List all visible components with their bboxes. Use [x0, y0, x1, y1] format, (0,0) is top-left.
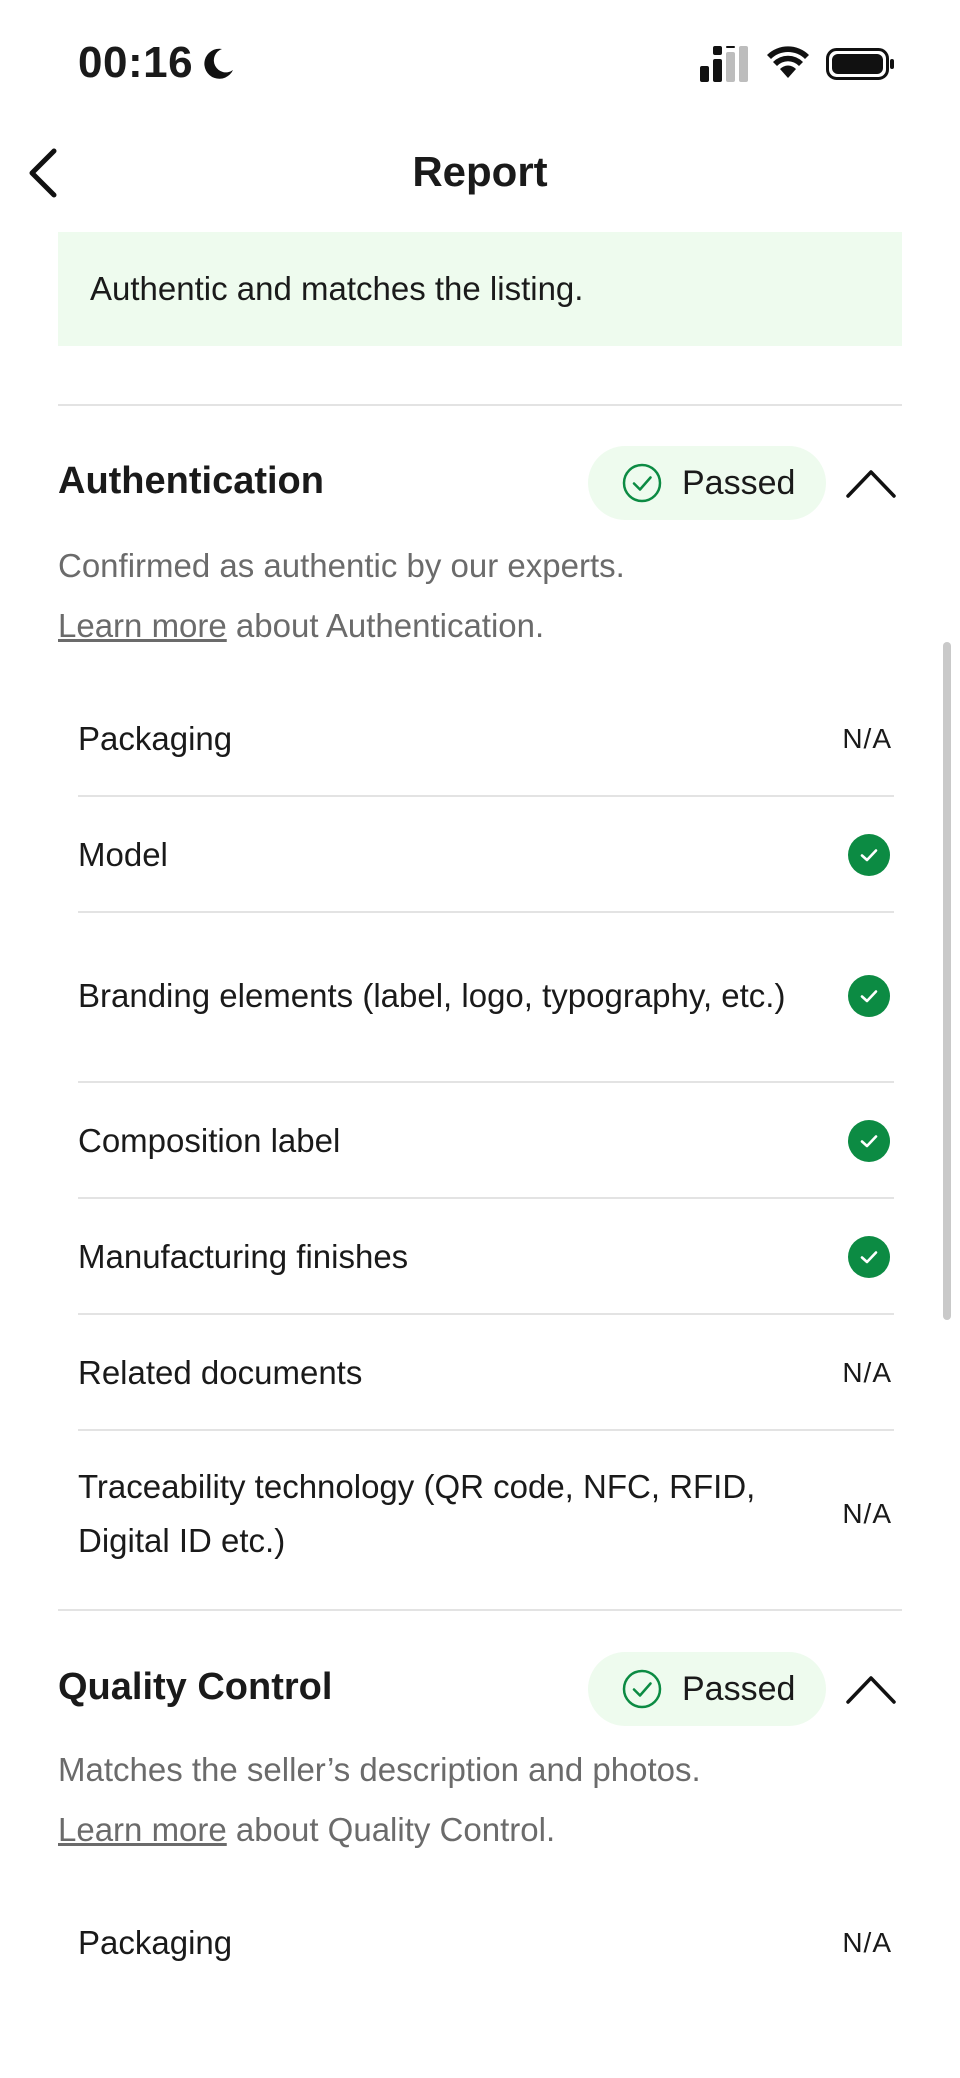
learn-more-link[interactable]: Learn more — [58, 607, 227, 644]
status-time: 00:16 — [78, 38, 194, 87]
check-circle-icon — [622, 1669, 662, 1709]
checklist-label: Manufacturing finishes — [78, 1238, 409, 1275]
checklist-label: Model — [78, 836, 168, 873]
learn-more-suffix: about Quality Control. — [226, 1811, 556, 1848]
description-text: Matches the seller’s description and pho… — [58, 1751, 701, 1788]
result-na: N/A — [842, 1498, 892, 1529]
status-badge-authentication: Passed — [588, 446, 826, 520]
check-icon — [848, 1120, 890, 1162]
checklist-row-documents: Related documents N/A — [78, 1346, 894, 1400]
status-bar: 00:16 — [0, 0, 960, 130]
section-description-authentication: Confirmed as authentic by our experts. L… — [58, 536, 625, 656]
result-na: N/A — [842, 723, 892, 754]
checklist-row-packaging: Packaging N/A — [78, 1916, 894, 1970]
divider — [58, 1609, 902, 1611]
learn-more-line: Learn more about Quality Control. — [58, 1800, 701, 1860]
row-divider — [78, 911, 894, 913]
check-icon — [848, 975, 890, 1017]
checklist-label: Composition label — [78, 1122, 341, 1159]
checklist-row-manufacturing: Manufacturing finishes — [78, 1230, 894, 1284]
result-na: N/A — [842, 1357, 892, 1388]
checklist-label: Branding elements (label, logo, typograp… — [78, 977, 786, 1014]
checklist-label: Packaging — [78, 1924, 233, 1961]
status-badge-label: Passed — [682, 463, 796, 502]
section-title-authentication: Authentication — [58, 460, 324, 502]
section-title-quality-control: Quality Control — [58, 1666, 333, 1708]
moon-icon — [200, 46, 236, 82]
row-divider — [78, 1313, 894, 1315]
checklist-label: Traceability technology (QR code, NFC, R… — [78, 1468, 756, 1559]
learn-more-line: Learn more about Authentication. — [58, 596, 625, 656]
status-badge-label: Passed — [682, 1669, 796, 1708]
check-icon — [848, 834, 890, 876]
signal-icon — [700, 46, 752, 87]
description-text: Confirmed as authentic by our experts. — [58, 547, 625, 584]
chevron-up-icon[interactable] — [844, 1670, 898, 1710]
summary-banner: Authentic and matches the listing. — [58, 232, 902, 346]
wifi-icon — [766, 44, 810, 85]
check-circle-icon — [622, 463, 662, 503]
learn-more-link[interactable]: Learn more — [58, 1811, 227, 1848]
checklist-row-model: Model — [78, 828, 894, 882]
checklist-row-packaging: Packaging N/A — [78, 712, 894, 766]
learn-more-suffix: about Authentication. — [226, 607, 545, 644]
row-divider — [78, 795, 894, 797]
checklist-label: Packaging — [78, 720, 233, 757]
check-icon — [848, 1236, 890, 1278]
checklist-label: Related documents — [78, 1354, 363, 1391]
nav-bar: Report — [0, 130, 960, 230]
row-divider — [78, 1081, 894, 1083]
divider — [58, 404, 902, 406]
row-divider — [78, 1197, 894, 1199]
row-divider — [78, 1429, 894, 1431]
scrollbar[interactable] — [943, 642, 951, 1320]
status-badge-quality-control: Passed — [588, 1652, 826, 1726]
checklist-row-traceability: Traceability technology (QR code, NFC, R… — [78, 1460, 894, 1568]
page-title: Report — [412, 148, 548, 195]
summary-text: Authentic and matches the listing. — [90, 270, 584, 307]
section-description-quality-control: Matches the seller’s description and pho… — [58, 1740, 701, 1860]
chevron-up-icon[interactable] — [844, 464, 898, 504]
checklist-row-composition: Composition label — [78, 1114, 894, 1168]
checklist-row-branding: Branding elements (label, logo, typograp… — [78, 942, 894, 1050]
battery-icon — [826, 46, 896, 87]
result-na: N/A — [842, 1927, 892, 1958]
